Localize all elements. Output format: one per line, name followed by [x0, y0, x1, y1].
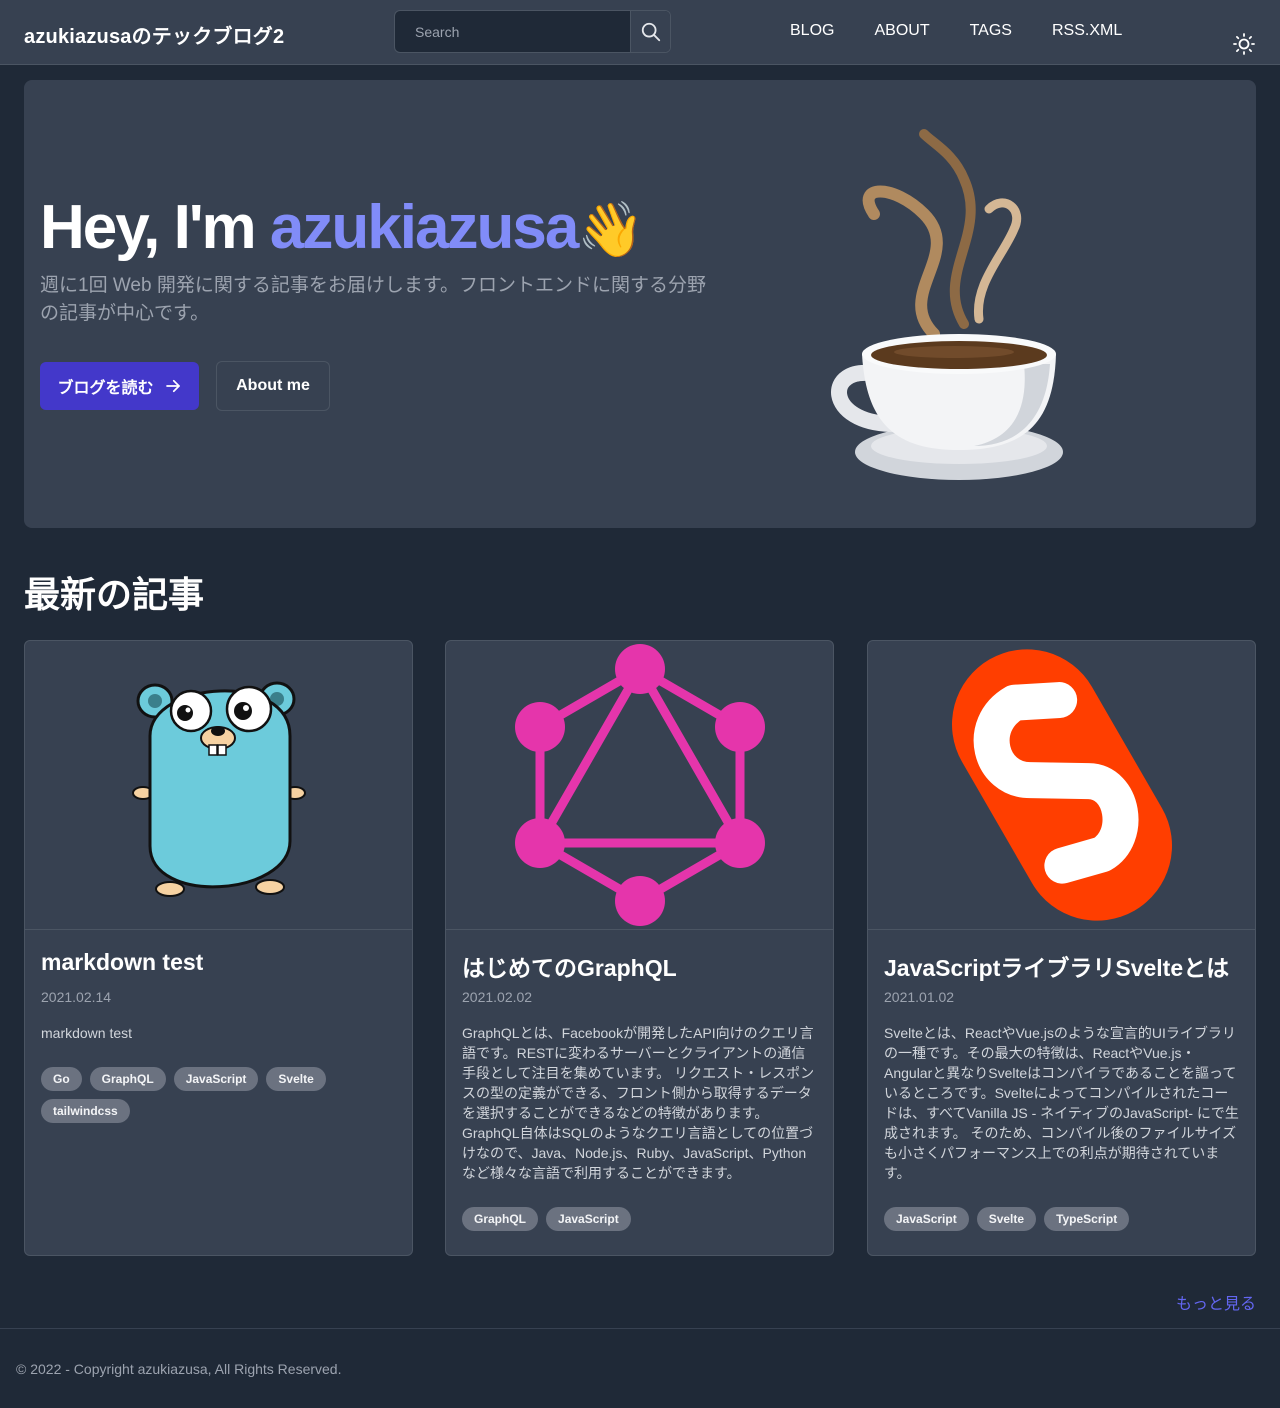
card-image [868, 641, 1255, 930]
card-description: Svelteとは、ReactやVue.jsのような宣言的UIライブラリの一種です… [884, 1025, 1239, 1181]
tag-badge[interactable]: Svelte [266, 1067, 326, 1091]
tag-list: Go GraphQL JavaScript Svelte tailwindcss [41, 1067, 398, 1123]
card-image [25, 641, 412, 930]
tag-badge[interactable]: TypeScript [1044, 1207, 1130, 1231]
go-gopher-icon [132, 681, 306, 897]
site-header: azukiazusaのテックブログ2 BLOG ABOUT TAGS RSS.X… [0, 0, 1280, 65]
sun-icon[interactable] [1232, 32, 1256, 56]
card-date: 2021.01.02 [884, 989, 955, 1005]
search-button[interactable] [630, 11, 670, 52]
article-card[interactable]: JavaScriptライブラリSvelteとは 2021.01.02 Svelt… [867, 640, 1256, 1256]
card-description: GraphQLとは、Facebookが開発したAPI向けのクエリ言語です。RES… [462, 1025, 815, 1181]
search-box [394, 10, 671, 53]
tag-badge[interactable]: Go [41, 1067, 82, 1091]
card-date: 2021.02.02 [462, 989, 533, 1005]
svelte-logo-icon [952, 649, 1172, 921]
hero-title: Hey, I'm azukiazusa👋 [40, 192, 645, 263]
see-more-link[interactable]: もっと見る [1176, 1290, 1256, 1314]
search-icon [641, 22, 660, 41]
article-card[interactable]: markdown test 2021.02.14 markdown test G… [24, 640, 413, 1256]
tag-badge[interactable]: JavaScript [884, 1207, 969, 1231]
search-input[interactable] [395, 11, 631, 52]
tag-badge[interactable]: Svelte [976, 1207, 1037, 1231]
waving-hand-icon: 👋 [577, 200, 645, 260]
hero-description: 週に1回 Web 開発に関する記事をお届けします。フロントエンドに関する分野の記… [40, 275, 706, 324]
card-image [446, 641, 833, 930]
coffee-cup-illustration [831, 129, 1063, 480]
nav-about[interactable]: ABOUT [874, 22, 929, 40]
tag-list: JavaScript Svelte TypeScript [884, 1207, 1241, 1231]
copyright-text: © 2022 - Copyright azukiazusa, All Right… [16, 1361, 342, 1377]
nav-rss[interactable]: RSS.XML [1052, 22, 1122, 40]
graphql-logo-icon [515, 644, 765, 926]
latest-articles-title: 最新の記事 [24, 574, 205, 615]
card-title[interactable]: markdown test [41, 949, 203, 976]
tag-badge[interactable]: GraphQL [462, 1207, 539, 1231]
hero-section: Hey, I'm azukiazusa👋 週に1回 Web 開発に関する記事をお… [24, 80, 1256, 528]
read-blog-label: ブログを読む [57, 380, 154, 397]
site-title-link[interactable]: azukiazusaのテックブログ2 [24, 20, 284, 49]
about-me-button[interactable]: About me [216, 361, 330, 411]
tag-list: GraphQL JavaScript [462, 1207, 819, 1231]
card-description: markdown test [41, 1025, 133, 1041]
tag-badge[interactable]: tailwindcss [41, 1099, 130, 1123]
card-title[interactable]: はじめてのGraphQL [462, 949, 677, 983]
arrow-right-icon [165, 379, 180, 393]
card-date: 2021.02.14 [41, 989, 112, 1005]
nav-blog[interactable]: BLOG [790, 22, 834, 40]
tag-badge[interactable]: GraphQL [89, 1067, 166, 1091]
hero-title-prefix: Hey, I'm [40, 193, 270, 262]
tag-badge[interactable]: JavaScript [173, 1067, 259, 1091]
site-footer: © 2022 - Copyright azukiazusa, All Right… [0, 1328, 1280, 1408]
hero-title-name: azukiazusa [269, 193, 579, 262]
read-blog-button[interactable]: ブログを読む [40, 362, 199, 410]
main-nav: BLOG ABOUT TAGS RSS.XML [790, 22, 1122, 40]
card-title[interactable]: JavaScriptライブラリSvelteとは [884, 949, 1229, 983]
tag-badge[interactable]: JavaScript [546, 1207, 631, 1231]
article-card[interactable]: はじめてのGraphQL 2021.02.02 GraphQLとは、Facebo… [445, 640, 834, 1256]
nav-tags[interactable]: TAGS [970, 22, 1012, 40]
